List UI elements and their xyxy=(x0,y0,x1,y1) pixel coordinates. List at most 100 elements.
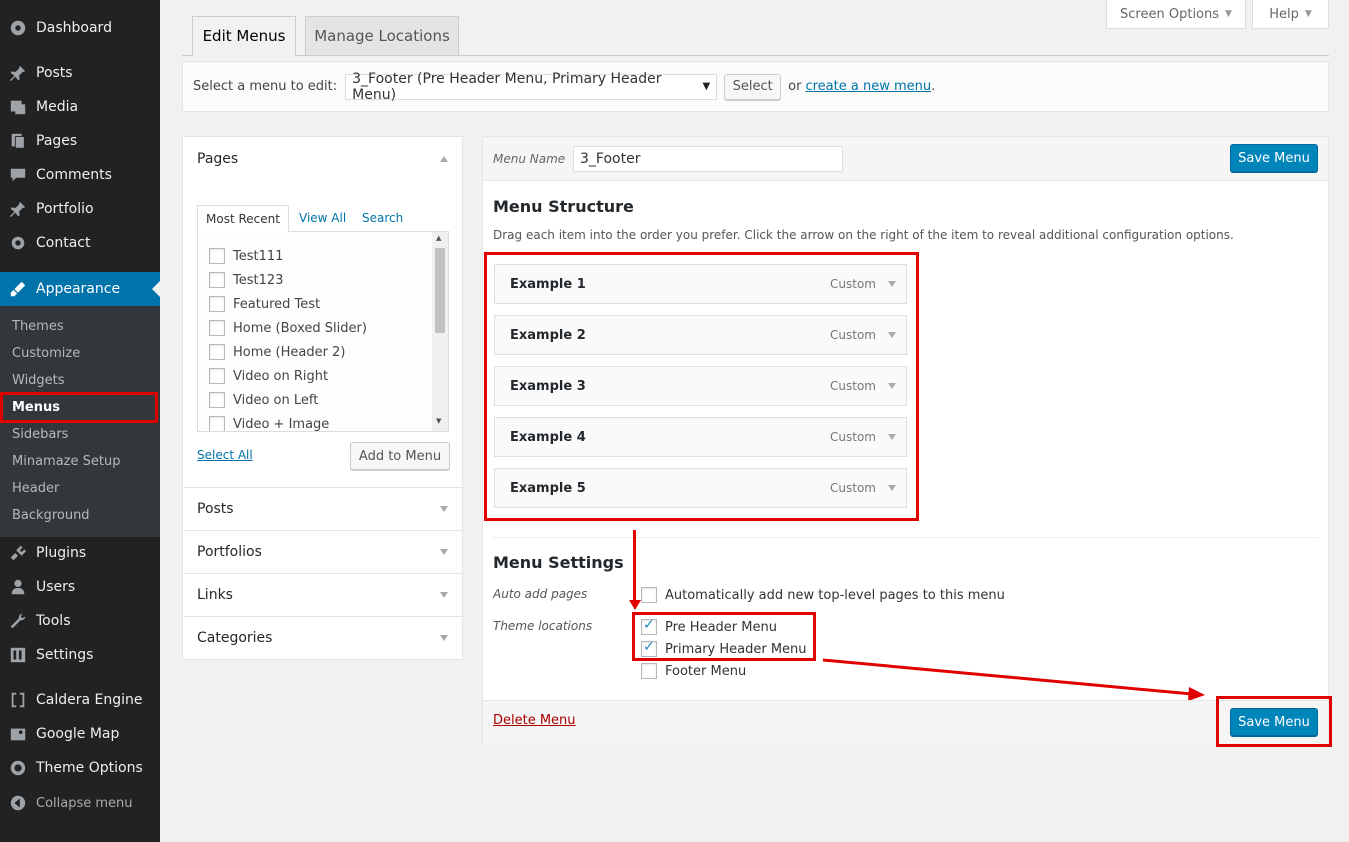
tab-search[interactable]: Search xyxy=(362,211,403,225)
tab-edit-menus[interactable]: Edit Menus xyxy=(192,16,296,56)
page-label: Home (Boxed Slider) xyxy=(233,320,367,336)
highlight-save-button xyxy=(1216,696,1332,747)
accordion-links[interactable]: Links xyxy=(182,574,463,617)
chevron-down-icon xyxy=(440,506,448,512)
accordion-label: Categories xyxy=(197,630,273,646)
auto-add-checkbox[interactable] xyxy=(641,587,657,603)
sidebar-item-portfolio[interactable]: Portfolio xyxy=(0,192,160,226)
page-checkbox[interactable] xyxy=(209,248,225,264)
select-all-link[interactable]: Select All xyxy=(197,448,253,462)
pin-icon xyxy=(8,199,28,219)
add-to-menu-button[interactable]: Add to Menu xyxy=(350,442,450,470)
sidebar-item-label: Portfolio xyxy=(36,201,94,217)
list-item[interactable]: Video on Left xyxy=(209,392,318,408)
menu-structure-title: Menu Structure xyxy=(493,197,634,216)
sidebar-item-users[interactable]: Users xyxy=(0,570,160,604)
page-checkbox[interactable] xyxy=(209,392,225,408)
create-menu-link[interactable]: create a new menu xyxy=(805,79,931,94)
tab-manage-locations[interactable]: Manage Locations xyxy=(305,16,459,56)
scroll-down-icon[interactable]: ▼ xyxy=(436,417,441,425)
list-item[interactable]: Video + Image xyxy=(209,416,329,431)
menu-settings-title: Menu Settings xyxy=(493,553,624,572)
gear-icon xyxy=(8,233,28,253)
select-button[interactable]: Select xyxy=(724,73,782,100)
submenu-sidebars[interactable]: Sidebars xyxy=(12,427,68,442)
chevron-down-icon xyxy=(440,549,448,555)
sidebar-item-dashboard[interactable]: Dashboard xyxy=(0,11,160,45)
or-text: or xyxy=(788,79,802,94)
page-checkbox[interactable] xyxy=(209,368,225,384)
page-label: Test123 xyxy=(233,272,284,288)
sidebar-item-plugins[interactable]: Plugins xyxy=(0,536,160,570)
media-icon xyxy=(8,97,28,117)
sidebar-item-label: Contact xyxy=(36,235,91,251)
auto-add-label: Auto add pages xyxy=(493,587,588,601)
footer-checkbox[interactable] xyxy=(641,663,657,679)
sidebar-item-caldera-engine[interactable]: Caldera Engine xyxy=(0,683,160,717)
page-checkbox[interactable] xyxy=(209,344,225,360)
sidebar-item-pages[interactable]: Pages xyxy=(0,124,160,158)
submenu-header[interactable]: Header xyxy=(12,481,59,496)
sidebar-item-appearance[interactable]: Appearance xyxy=(0,272,160,306)
chevron-up-icon xyxy=(440,156,448,162)
sidebar-item-posts[interactable]: Posts xyxy=(0,56,160,90)
pages-box-header[interactable]: Pages xyxy=(183,137,462,181)
menu-select-value: 3_Footer (Pre Header Menu, Primary Heade… xyxy=(352,70,662,103)
page-label: Test111 xyxy=(233,248,284,264)
tab-most-recent[interactable]: Most Recent xyxy=(197,205,289,233)
tab-view-all[interactable]: View All xyxy=(299,211,346,225)
submenu-customize[interactable]: Customize xyxy=(12,346,80,361)
sidebar-item-label: Google Map xyxy=(36,726,120,742)
sidebar-item-media[interactable]: Media xyxy=(0,90,160,124)
manage-menus-bar: Select a menu to edit: 3_Footer (Pre Hea… xyxy=(182,61,1329,112)
page-checkbox[interactable] xyxy=(209,296,225,312)
location-footer[interactable]: Footer Menu xyxy=(641,663,746,679)
sidebar-item-theme-options[interactable]: Theme Options xyxy=(0,751,160,785)
sidebar-item-tools[interactable]: Tools xyxy=(0,604,160,638)
accordion-posts[interactable]: Posts xyxy=(182,488,463,531)
list-item[interactable]: Home (Boxed Slider) xyxy=(209,320,367,336)
sidebar-item-settings[interactable]: Settings xyxy=(0,638,160,672)
sidebar-item-label: Posts xyxy=(36,65,73,81)
pages-icon xyxy=(8,131,28,151)
menu-name-input[interactable] xyxy=(573,146,843,172)
accordion-label: Links xyxy=(197,587,233,603)
sidebar-item-label: Users xyxy=(36,579,76,595)
list-item[interactable]: Featured Test xyxy=(209,296,320,312)
page-checkbox[interactable] xyxy=(209,272,225,288)
auto-add-option[interactable]: Automatically add new top-level pages to… xyxy=(641,587,1005,603)
collapse-label: Collapse menu xyxy=(36,795,133,811)
accordion-portfolios[interactable]: Portfolios xyxy=(182,531,463,574)
page-checkbox[interactable] xyxy=(209,416,225,431)
dropdown-arrow-icon: ▼ xyxy=(702,81,711,92)
delete-menu-link[interactable]: Delete Menu xyxy=(493,713,576,728)
page-checkbox[interactable] xyxy=(209,320,225,336)
sidebar-item-comments[interactable]: Comments xyxy=(0,158,160,192)
menu-select[interactable]: 3_Footer (Pre Header Menu, Primary Heade… xyxy=(345,70,718,103)
list-item[interactable]: Home (Header 2) xyxy=(209,344,345,360)
sidebar-item-label: Media xyxy=(36,99,79,115)
bracket-icon xyxy=(8,690,28,710)
chevron-down-icon xyxy=(440,635,448,641)
sidebar-item-google-map[interactable]: Google Map xyxy=(0,717,160,751)
sidebar-item-label: Appearance xyxy=(36,281,121,297)
accordion-categories[interactable]: Categories xyxy=(182,617,463,660)
scroll-up-icon[interactable]: ▲ xyxy=(436,234,441,242)
scrollbar-thumb[interactable] xyxy=(435,248,445,333)
submenu-minamaze-setup[interactable]: Minamaze Setup xyxy=(12,454,120,469)
sidebar-item-contact[interactable]: Contact xyxy=(0,226,160,260)
list-item[interactable]: Video on Right xyxy=(209,368,328,384)
menu-structure-description: Drag each item into the order you prefer… xyxy=(493,228,1234,242)
submenu-widgets[interactable]: Widgets xyxy=(12,373,65,388)
sidebar-item-label: Plugins xyxy=(36,545,87,561)
page-label: Video on Right xyxy=(233,368,329,384)
submenu-background[interactable]: Background xyxy=(12,508,90,523)
list-item[interactable]: Test123 xyxy=(209,272,283,288)
pages-scrollbar[interactable]: ▲ ▼ xyxy=(432,232,448,431)
save-menu-button-top[interactable]: Save Menu xyxy=(1230,144,1318,172)
list-item[interactable]: Test111 xyxy=(209,248,283,264)
arrow-to-save xyxy=(822,658,1205,700)
highlight-menus xyxy=(0,392,158,423)
submenu-themes[interactable]: Themes xyxy=(12,319,64,334)
collapse-menu-button[interactable]: Collapse menu xyxy=(0,786,160,820)
